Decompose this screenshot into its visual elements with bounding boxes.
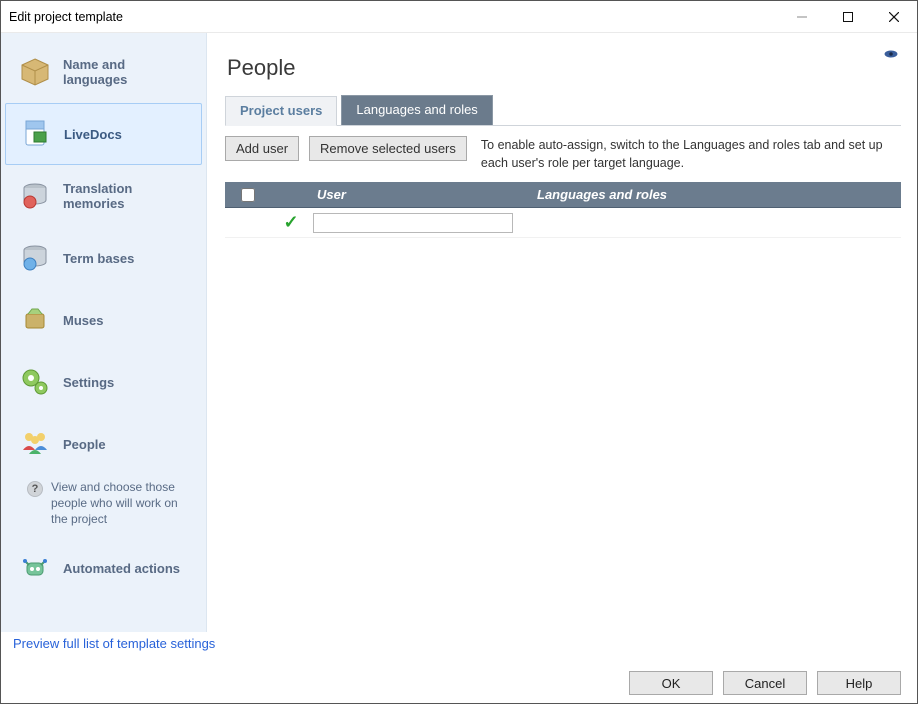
help-button[interactable]: Help (817, 671, 901, 695)
users-table: User Languages and roles ✓ (225, 182, 901, 238)
titlebar: Edit project template (1, 1, 917, 33)
sidebar-item-label: Term bases (63, 251, 134, 266)
tab-project-users[interactable]: Project users (225, 96, 337, 126)
sidebar-item-label: Muses (63, 313, 103, 328)
sidebar-item-muses[interactable]: Muses (5, 289, 202, 351)
sidebar-item-people-desc: ? View and choose those people who will … (1, 475, 206, 538)
sidebar-item-people[interactable]: People (5, 413, 202, 475)
remove-selected-users-button[interactable]: Remove selected users (309, 136, 467, 161)
tabstrip: Project users Languages and roles (225, 95, 901, 126)
close-button[interactable] (871, 1, 917, 32)
gear-icon (19, 366, 51, 398)
footer-link-area: Preview full list of template settings (1, 632, 917, 663)
sidebar-item-label: LiveDocs (64, 127, 122, 142)
checkmark-icon: ✓ (283, 212, 298, 233)
termbase-icon (19, 242, 51, 274)
sidebar-item-name-languages[interactable]: Name and languages (5, 41, 202, 103)
header-user[interactable]: User (313, 187, 533, 202)
select-all-checkbox[interactable] (241, 188, 255, 202)
row-status-cell: ✓ (269, 212, 313, 233)
ok-button[interactable]: OK (629, 671, 713, 695)
header-checkbox-cell (225, 185, 269, 205)
sidebar-item-desc-text: View and choose those people who will wo… (51, 479, 194, 528)
document-icon (20, 118, 52, 150)
user-input[interactable] (313, 213, 513, 233)
sidebar-item-translation-memories[interactable]: Translation memories (5, 165, 202, 227)
tab-languages-roles[interactable]: Languages and roles (341, 95, 492, 125)
database-icon (19, 180, 51, 212)
table-row[interactable]: ✓ (225, 208, 901, 238)
row-user-cell (313, 213, 533, 233)
auto-assign-hint: To enable auto-assign, switch to the Lan… (477, 136, 901, 172)
header-lang-roles[interactable]: Languages and roles (533, 187, 901, 202)
sidebar-item-label: Translation memories (63, 181, 190, 211)
dialog-window: Edit project template Name and languages (0, 0, 918, 704)
help-hint-icon: ? (27, 481, 43, 497)
sidebar-item-term-bases[interactable]: Term bases (5, 227, 202, 289)
maximize-button[interactable] (825, 1, 871, 32)
dialog-body: Name and languages LiveDocs Translation … (1, 33, 917, 632)
sidebar-item-label: Settings (63, 375, 114, 390)
robot-icon (19, 553, 51, 585)
sidebar-item-automated-actions[interactable]: Automated actions (5, 538, 202, 600)
sidebar: Name and languages LiveDocs Translation … (1, 33, 207, 632)
preview-settings-link[interactable]: Preview full list of template settings (13, 636, 215, 651)
muse-icon (19, 304, 51, 336)
window-title: Edit project template (9, 10, 123, 24)
window-controls (779, 1, 917, 32)
minimize-button[interactable] (779, 1, 825, 32)
people-icon (19, 428, 51, 460)
add-user-button[interactable]: Add user (225, 136, 299, 161)
cancel-button[interactable]: Cancel (723, 671, 807, 695)
table-header: User Languages and roles (225, 182, 901, 208)
box-icon (19, 56, 51, 88)
sidebar-item-livedocs[interactable]: LiveDocs (5, 103, 202, 165)
sidebar-item-label: Automated actions (63, 561, 180, 576)
page-title: People (227, 55, 901, 81)
eye-icon[interactable] (881, 47, 901, 67)
sidebar-item-label: Name and languages (63, 57, 190, 87)
sidebar-item-label: People (63, 437, 106, 452)
toolbar: Add user Remove selected users To enable… (225, 136, 901, 172)
main-panel: People Project users Languages and roles… (207, 33, 917, 632)
sidebar-item-settings[interactable]: Settings (5, 351, 202, 413)
footer-buttons: OK Cancel Help (1, 663, 917, 703)
